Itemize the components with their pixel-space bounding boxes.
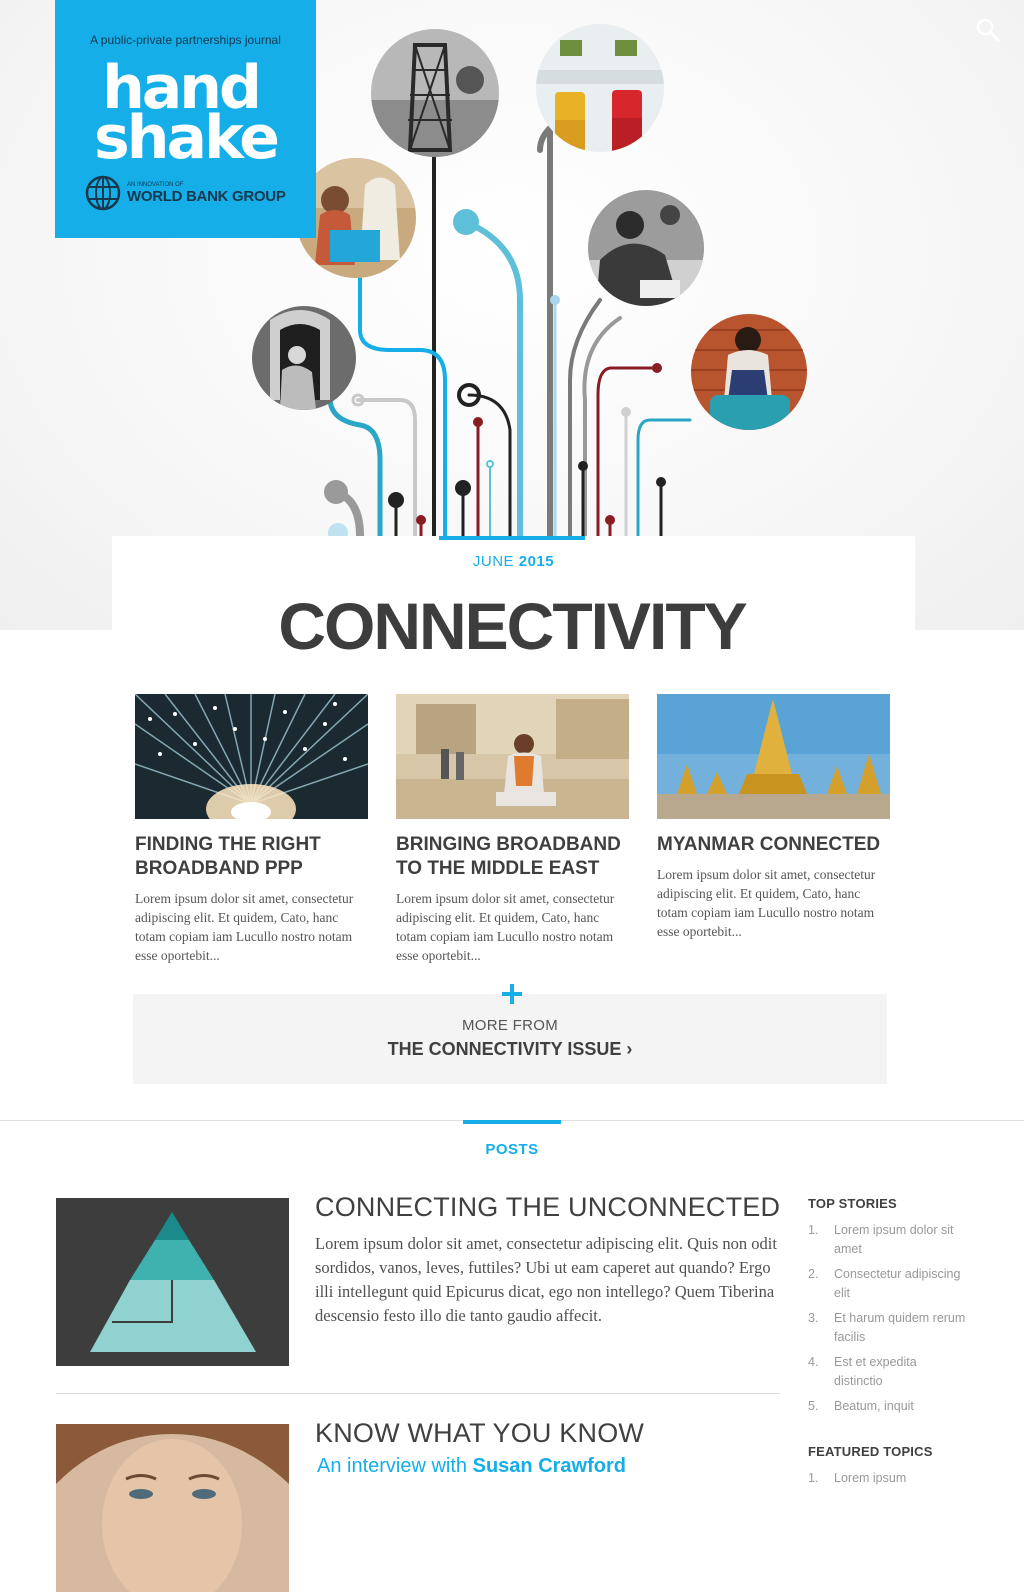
post-title[interactable]: KNOW WHAT YOU KNOW [315,1418,785,1449]
top-stories-list: 1. Lorem ipsum dolor sit amet 2. Consectet… [808,1221,988,1416]
list-number: 1. [808,1223,819,1237]
issue-accent-bar [439,536,585,540]
search-button[interactable] [975,17,1001,43]
publisher-name: WORLD BANK GROUP [127,187,286,205]
list-number: 1. [808,1471,819,1485]
sidebar: TOP STORIES 1. Lorem ipsum dolor sit amet… [808,1196,988,1494]
post-subtitle: An interview with Susan Crawford [317,1455,626,1478]
woman-reading-photo-circle [588,190,704,306]
featured-topic-link[interactable]: Lorem ipsum [834,1469,968,1488]
issue-title: CONNECTIVITY [278,589,747,663]
feature-title[interactable]: FINDING THE RIGHT BROADBAND PPP [135,833,368,881]
post-excerpt: Lorem ipsum dolor sit amet, consectetur … [315,1234,777,1325]
post-divider [56,1393,780,1394]
susan-crawford-portrait[interactable] [56,1424,289,1592]
feature-card[interactable]: BRINGING BROADBAND TO THE MIDDLE EAST Lo… [396,694,629,965]
list-number: 4. [808,1355,819,1369]
logo-word-shake: shake [94,103,280,173]
feature-excerpt: Lorem ipsum dolor sit amet, consectetur … [657,867,876,939]
feature-title[interactable]: MYANMAR CONNECTED [657,833,890,857]
issue-date: JUNE 2015 [112,553,915,570]
top-story-link[interactable]: Consectetur adipiscing elit [834,1265,968,1303]
student-computer-photo-circle [691,314,807,430]
top-stories-heading: TOP STORIES [808,1196,897,1211]
plus-icon[interactable] [501,983,523,1005]
posts-section-tab[interactable]: POSTS [0,1141,1024,1158]
featured-topics-heading: FEATURED TOPICS [808,1444,933,1459]
top-story-item[interactable]: 2. Consectetur adipiscing elit [808,1265,988,1303]
fiber-optic-image[interactable] [135,694,368,819]
world-bank-mark: AN INNOVATION OF WORLD BANK GROUP [85,175,286,211]
posts-accent-bar [463,1120,561,1124]
post-item[interactable]: CONNECTING THE UNCONNECTED Lorem ipsum d… [56,1192,780,1368]
classroom-chairs-photo-circle [536,24,664,152]
connectivity-issue-link[interactable]: THE CONNECTIVITY ISSUE › [133,1039,887,1060]
payphone-photo-circle [252,306,356,410]
issue-year: 2015 [518,553,555,570]
world-bank-globe-icon [85,175,121,211]
list-number: 3. [808,1311,819,1325]
feature-excerpt: Lorem ipsum dolor sit amet, consectetur … [396,891,615,963]
pagoda-image[interactable] [657,694,890,819]
top-story-link[interactable]: Est et expedita distinctio [834,1353,968,1391]
top-story-link[interactable]: Et harum quidem rerum facilis [834,1309,968,1347]
search-icon [976,18,1000,42]
top-story-link[interactable]: Beatum, inquit [834,1397,968,1416]
post-title[interactable]: CONNECTING THE UNCONNECTED [315,1192,785,1223]
top-story-item[interactable]: 1. Lorem ipsum dolor sit amet [808,1221,988,1259]
feature-card[interactable]: MYANMAR CONNECTED Lorem ipsum dolor sit … [657,694,890,941]
post-item[interactable]: KNOW WHAT YOU KNOW An interview with Sus… [56,1418,780,1592]
top-story-item[interactable]: 4. Est et expedita distinctio [808,1353,988,1391]
tower-photo-circle [371,29,499,157]
logo-tagline: A public-private partnerships journal [90,33,281,47]
pyramid-graphic[interactable] [56,1198,289,1366]
more-from-label: MORE FROM [461,1017,559,1034]
more-from-issue-button[interactable]: MORE FROM THE CONNECTIVITY ISSUE › [133,994,887,1084]
featured-topics-list: 1. Lorem ipsum [808,1469,988,1488]
feature-excerpt: Lorem ipsum dolor sit amet, consectetur … [135,891,354,963]
issue-month: JUNE [472,553,515,570]
feature-card[interactable]: FINDING THE RIGHT BROADBAND PPP Lorem ip… [135,694,368,965]
handshake-logo[interactable]: A public-private partnerships journal ha… [55,0,316,238]
featured-topic-item[interactable]: 1. Lorem ipsum [808,1469,988,1488]
top-story-item[interactable]: 5. Beatum, inquit [808,1397,988,1416]
list-number: 5. [808,1399,819,1413]
top-story-item[interactable]: 3. Et harum quidem rerum facilis [808,1309,988,1347]
feature-title[interactable]: BRINGING BROADBAND TO THE MIDDLE EAST [396,833,629,881]
woman-phone-image[interactable] [396,694,629,819]
list-number: 2. [808,1267,819,1281]
interviewee-name[interactable]: Susan Crawford [473,1455,626,1477]
post-subtitle-prefix: An interview with [317,1455,468,1477]
top-story-link[interactable]: Lorem ipsum dolor sit amet [834,1221,968,1259]
